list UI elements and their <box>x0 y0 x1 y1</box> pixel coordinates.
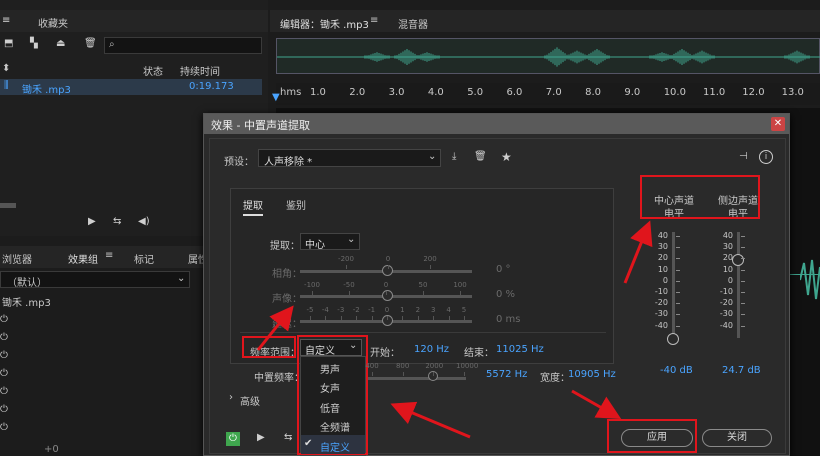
center-ticks-label: 400 <box>365 362 379 370</box>
center-meter-tick <box>676 280 680 282</box>
side-meter-tick-label: -30 <box>719 309 733 319</box>
frequency-option-label: 全频谱 <box>320 423 350 435</box>
center-meter-tick-label: 40 <box>657 231 668 240</box>
center-meter-tick <box>676 292 680 293</box>
center-meter-tick-label: 30 <box>657 242 668 252</box>
side-meter-tick <box>741 236 745 237</box>
pan-ticks-tick <box>460 291 461 295</box>
phase-ticks-label: 200 <box>423 255 437 263</box>
side-meter-tick <box>741 314 745 316</box>
center-meter-tick <box>676 258 680 260</box>
side-meter-tick-label: -40 <box>719 320 733 330</box>
delay-ticks-label: 0 <box>384 306 390 314</box>
frequency-option-label: 低音 <box>320 403 340 415</box>
frequency-option-label: 男声 <box>320 365 340 376</box>
delay-ticks-tick <box>464 316 465 320</box>
side-meter-tick-label: 40 <box>722 231 733 240</box>
delay-ticks-label: 4 <box>446 306 451 314</box>
delay-ticks-tick <box>310 316 311 320</box>
center-ticks-tick <box>402 372 404 376</box>
pan-ticks-label: -100 <box>304 281 320 289</box>
delay-ticks-label: 5 <box>461 306 467 314</box>
frequency-option[interactable]: 全频谱 <box>301 415 365 434</box>
side-meter-tick-label: -10 <box>719 287 733 296</box>
delay-ticks-label: 3 <box>430 306 436 314</box>
frequency-option[interactable]: 女声 <box>301 376 365 395</box>
delay-ticks-tick <box>433 316 435 320</box>
center-ticks-label: 2000 <box>425 362 444 370</box>
center-meter-tick-label: -40 <box>654 320 668 330</box>
delay-ticks-tick <box>387 316 388 320</box>
pan-ticks-label: 50 <box>418 281 428 289</box>
delay-ticks-label: 2 <box>415 306 421 314</box>
center-meter-tick <box>676 247 680 249</box>
side-meter-tick-label: 20 <box>722 253 733 263</box>
center-meter-tick <box>676 325 680 327</box>
frequency-option-label: 女声 <box>320 384 340 396</box>
delay-ticks-label: -4 <box>321 306 329 314</box>
side-meter-tick <box>741 258 745 260</box>
center-ticks-label: 10000 <box>456 362 479 370</box>
center-meter-tick-label: -30 <box>654 309 668 319</box>
center-ticks-label: 800 <box>395 362 410 370</box>
phase-ticks-label: -200 <box>338 255 354 263</box>
pan-ticks-tick <box>386 291 387 295</box>
delay-ticks-tick <box>356 316 358 320</box>
center-meter-tick-label: -10 <box>654 287 668 296</box>
delay-ticks-label: -1 <box>368 306 376 314</box>
phase-ticks-label: 0 <box>385 255 391 263</box>
delay-ticks-tick <box>402 316 404 320</box>
checkmark-icon: ✔ <box>304 437 313 449</box>
frequency-option[interactable]: 低音 <box>301 396 365 415</box>
delay-ticks-tick <box>340 316 342 320</box>
side-meter-tick-label: 30 <box>722 242 733 252</box>
side-meter-tick-label: -20 <box>719 298 733 308</box>
center-meter-tick <box>676 303 680 305</box>
center-meter-tick-label: 10 <box>657 264 668 274</box>
delay-ticks-tick <box>417 316 419 320</box>
side-meter-tick <box>741 303 745 305</box>
delay-ticks-label: -2 <box>352 306 360 314</box>
side-meter-tick <box>741 292 745 293</box>
pan-ticks-label: -50 <box>343 281 355 289</box>
frequency-option[interactable]: 男声 <box>301 357 365 376</box>
phase-ticks-tick <box>430 265 431 269</box>
annotation-arrow <box>390 401 471 439</box>
pan-ticks-tick <box>349 291 350 295</box>
center-meter-tick <box>676 269 680 271</box>
pan-ticks-tick <box>312 291 313 295</box>
pan-ticks-label: 0 <box>383 281 389 289</box>
annotation-arrows <box>256 220 653 439</box>
center-ticks-tick <box>464 372 465 376</box>
delay-ticks-label: 1 <box>400 306 405 314</box>
center-meter-tick-label: 0 <box>662 275 668 285</box>
annotation-arrow <box>571 389 622 419</box>
side-meter-tick-label: 10 <box>722 264 733 274</box>
side-meter-tick <box>741 325 745 327</box>
side-meter-tick <box>741 280 745 282</box>
center-meter-tick <box>676 236 680 237</box>
frequency-option[interactable]: ✔ 自定义 <box>301 434 365 454</box>
side-meter-tick-label: 0 <box>727 275 733 285</box>
annotation-arrow <box>623 220 653 284</box>
center-meter-tick <box>676 314 680 316</box>
phase-ticks-tick <box>388 265 389 269</box>
delay-ticks-tick <box>371 316 373 320</box>
annotation-arrow <box>256 305 294 351</box>
delay-ticks-tick <box>325 316 327 320</box>
center-ticks-tick <box>433 372 435 376</box>
side-meter-tick <box>741 269 745 271</box>
delay-ticks-tick <box>448 316 450 320</box>
center-meter-tick-label: 20 <box>657 253 668 263</box>
center-meter-tick-label: -20 <box>654 298 668 308</box>
delay-ticks-label: -5 <box>306 306 314 314</box>
pan-ticks-tick <box>423 291 424 295</box>
pan-ticks-label: 100 <box>453 281 467 289</box>
side-meter-tick <box>741 247 745 249</box>
center-ticks-tick <box>372 372 373 376</box>
phase-ticks-tick <box>346 265 347 269</box>
delay-ticks-label: -3 <box>337 306 345 314</box>
frequency-option-label: 自定义 <box>320 442 350 454</box>
